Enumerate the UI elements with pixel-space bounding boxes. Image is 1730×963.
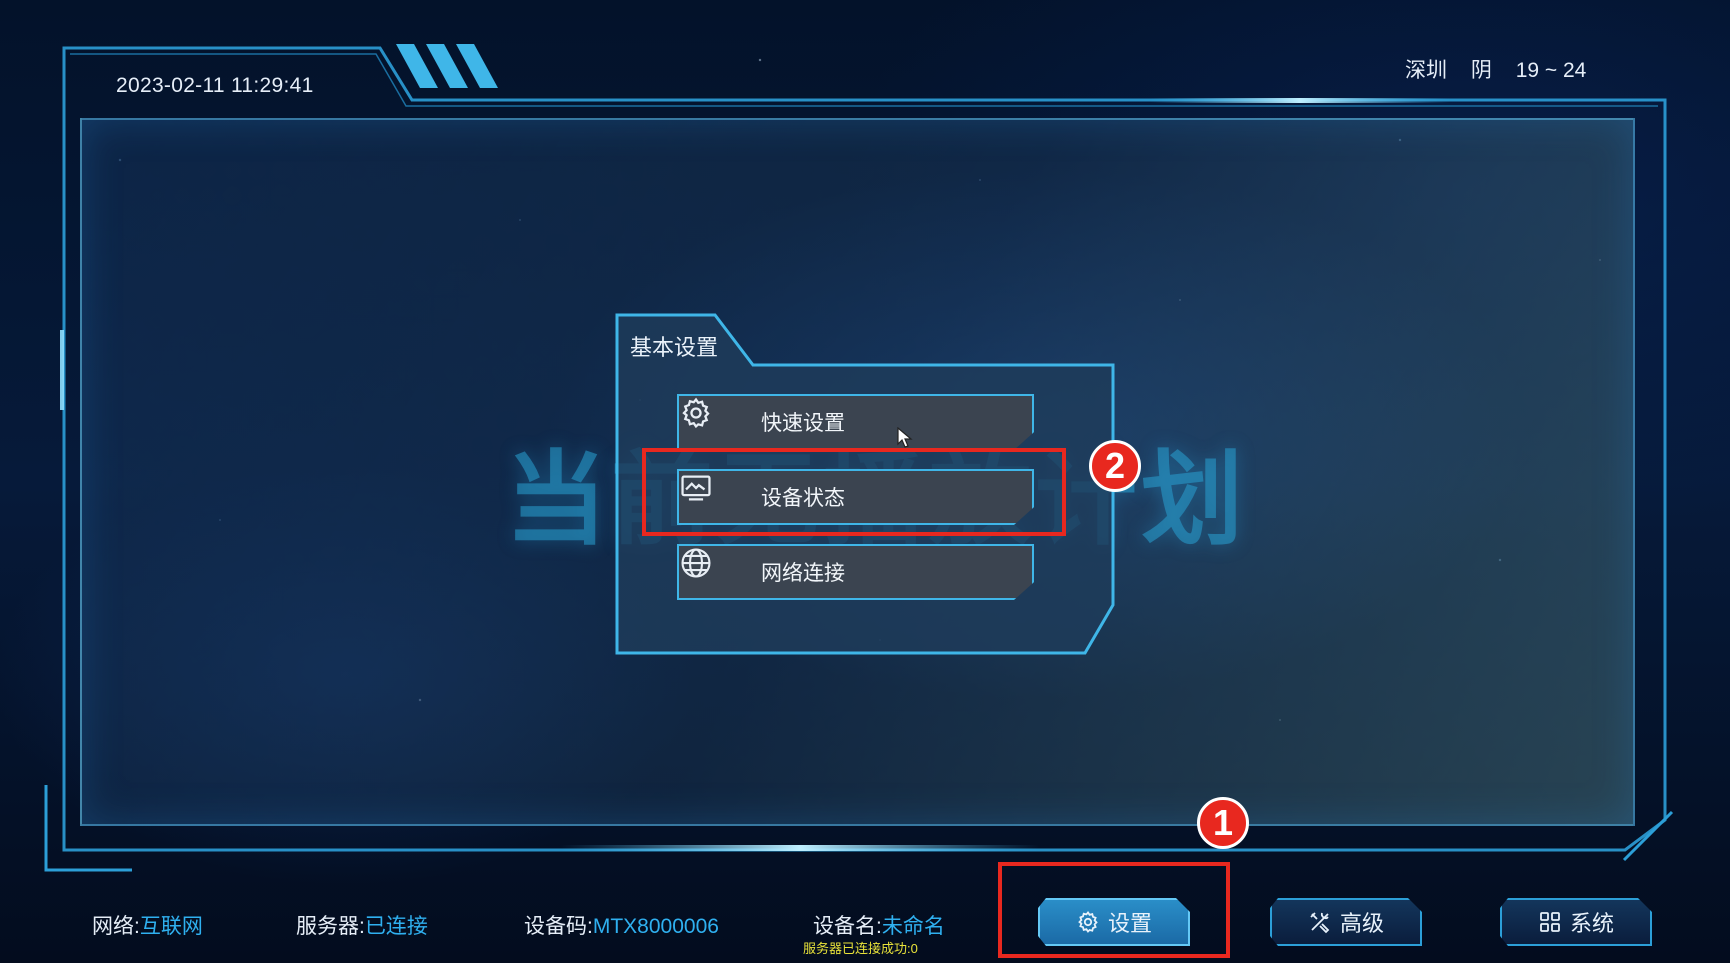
screen: 2023-02-11 11:29:41 深圳 阴 19 ~ 24 当前无播放计划… <box>0 0 1730 963</box>
weather-display: 深圳 阴 19 ~ 24 <box>1405 54 1586 84</box>
gear-icon <box>1076 910 1100 934</box>
tools-icon <box>1308 910 1332 934</box>
annotation-marker-2: 2 <box>1089 440 1141 492</box>
globe-icon <box>711 554 747 590</box>
weather-city: 深圳 <box>1405 59 1447 82</box>
device-code-label: 设备码: <box>524 915 593 938</box>
device-name-value: 未命名 <box>881 915 945 938</box>
system-button-label: 系统 <box>1569 911 1614 936</box>
server-label: 服务器: <box>296 915 365 938</box>
menu-title: 基本设置 <box>630 335 719 360</box>
grid-icon <box>1538 910 1562 934</box>
annotation-marker-1: 1 <box>1197 797 1249 849</box>
datetime-display: 2023-02-11 11:29:41 <box>116 74 314 97</box>
settings-button-label: 设置 <box>1107 911 1152 936</box>
server-status: 服务器:已连接 <box>296 910 428 940</box>
device-code-value: MTX8000006 <box>592 915 719 938</box>
settings-button[interactable]: 设置 <box>1038 898 1190 946</box>
menu-item-label: 网络连接 <box>761 562 845 585</box>
network-value: 互联网 <box>139 915 203 938</box>
mouse-cursor-icon <box>897 427 913 448</box>
device-code: 设备码:MTX8000006 <box>524 910 719 940</box>
advanced-button-label: 高级 <box>1339 911 1384 936</box>
weather-condition: 阴 <box>1470 59 1492 82</box>
menu-item-label: 快速设置 <box>761 412 845 435</box>
network-status: 网络:互联网 <box>92 910 203 940</box>
device-name-label: 设备名: <box>813 915 882 938</box>
gear-icon <box>711 404 747 440</box>
decorative-stripes <box>396 44 498 88</box>
menu-item-network-connection[interactable]: 网络连接 <box>677 544 1034 600</box>
advanced-button[interactable]: 高级 <box>1270 898 1422 946</box>
system-button[interactable]: 系统 <box>1500 898 1652 946</box>
menu-item-quick-settings[interactable]: 快速设置 <box>677 394 1034 450</box>
device-name: 设备名:未命名 <box>813 910 945 940</box>
server-value: 已连接 <box>364 915 428 938</box>
weather-temperature: 19 ~ 24 <box>1515 59 1587 82</box>
annotation-box-device-status <box>642 448 1066 536</box>
server-connection-message: 服务器已连接成功:0 <box>803 941 918 956</box>
network-label: 网络: <box>92 915 140 938</box>
